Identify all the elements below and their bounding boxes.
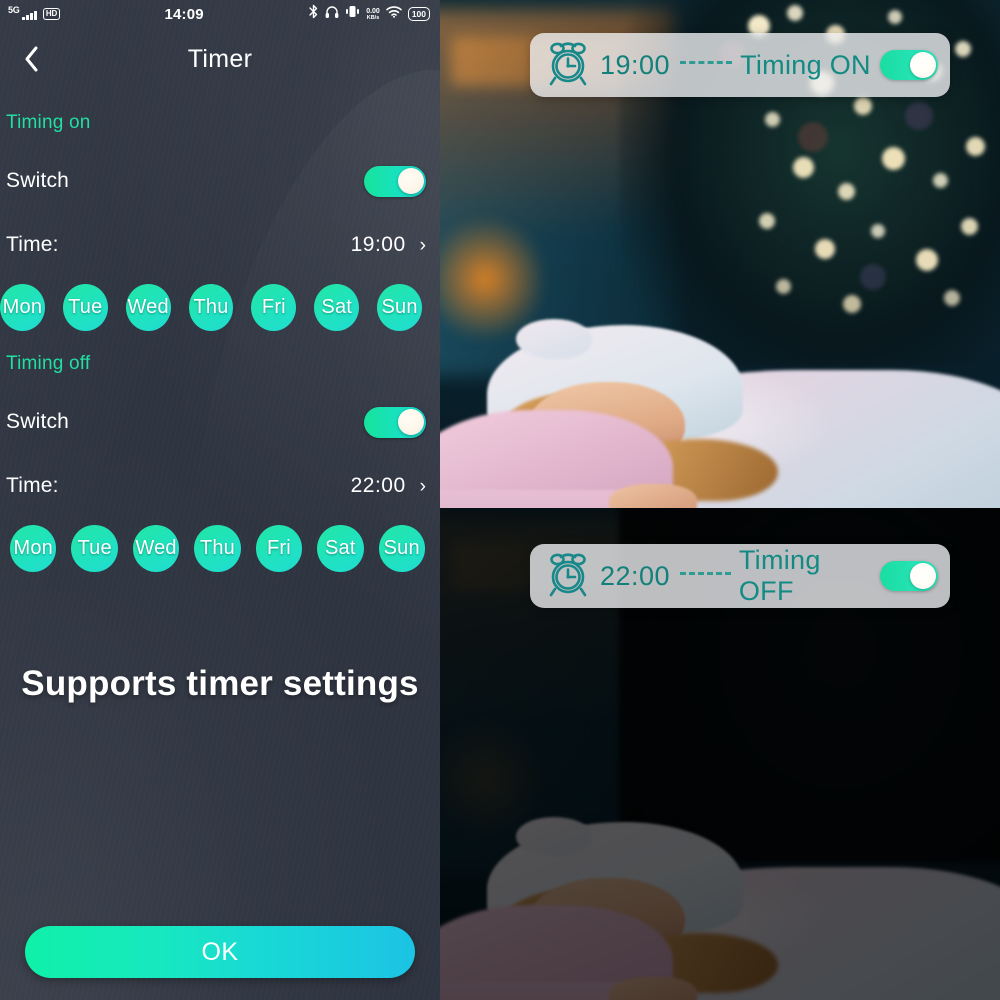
timing-on-time-right: 19:00 › — [351, 233, 426, 257]
status-bar: 5G HD 14:09 0.00 KB/s 100 — [0, 0, 440, 28]
timing-on-switch-label: Switch — [6, 169, 70, 192]
day-label: Thu — [199, 537, 236, 559]
timing-off-time-label: Time: — [6, 474, 59, 497]
day-label: Sat — [321, 296, 353, 318]
photo-lights-on: 19:00 Timing ON — [440, 0, 1000, 508]
timing-off-days: Mon Tue Wed Thu Fri Sat Sun — [0, 525, 440, 572]
back-chevron-icon[interactable] — [14, 42, 48, 76]
net-speed-unit: KB/s — [366, 14, 380, 21]
section-timing-on-label: Timing on — [6, 112, 91, 133]
timing-on-time-label: Time: — [6, 233, 59, 256]
day-chip-thu[interactable]: Thu — [188, 284, 234, 331]
card-time: 19:00 — [600, 49, 671, 80]
vibrate-icon — [345, 5, 360, 23]
timing-off-time-value: 22:00 — [350, 474, 406, 497]
toggle-knob — [397, 168, 424, 194]
section-timing-off-label: Timing off — [6, 353, 91, 374]
day-label: Fri — [261, 296, 286, 318]
app-screenshot: 5G HD 14:09 0.00 KB/s 100 Timer Timing o… — [0, 0, 1000, 1000]
toggle-knob — [397, 409, 424, 435]
day-label: Wed — [127, 296, 169, 318]
day-label: Wed — [135, 537, 177, 559]
net-speed-value: 0.00 — [366, 7, 380, 15]
phone-panel: 5G HD 14:09 0.00 KB/s 100 Timer Timing o… — [0, 0, 440, 1000]
day-chip-fri[interactable]: Fri — [255, 525, 303, 572]
timing-on-days: Mon Tue Wed Thu Fri Sat Sun — [0, 284, 440, 331]
day-label: Tue — [68, 296, 103, 318]
timing-on-time-value: 19:00 — [350, 233, 406, 256]
day-chip-tue[interactable]: Tue — [62, 284, 108, 331]
timing-off-switch-label: Switch — [6, 410, 70, 433]
day-chip-sun[interactable]: Sun — [378, 525, 425, 572]
timing-on-time-row[interactable]: Time: 19:00 › — [0, 228, 440, 262]
card-separator-line — [680, 60, 733, 64]
day-chip-thu[interactable]: Thu — [194, 525, 241, 572]
day-label: Mon — [2, 296, 43, 318]
wifi-icon — [386, 5, 402, 23]
alarm-clock-icon — [546, 40, 590, 91]
timing-off-time-row[interactable]: Time: 22:00 › — [0, 469, 440, 503]
day-label: Tue — [77, 537, 112, 559]
child-hand — [609, 976, 697, 1000]
day-label: Thu — [193, 296, 229, 318]
photo-lights-off: 22:00 Timing OFF — [440, 508, 1000, 1000]
signal-bars-icon — [22, 9, 37, 20]
ok-button-container: OK — [0, 926, 440, 978]
timing-on-switch-row: Switch — [0, 164, 440, 198]
day-chip-wed[interactable]: Wed — [125, 284, 171, 331]
timing-off-switch-toggle[interactable] — [364, 406, 426, 438]
day-label: Mon — [13, 537, 53, 559]
child-hand — [609, 484, 697, 508]
timing-off-switch-row: Switch — [0, 405, 440, 439]
status-bar-right: 0.00 KB/s 100 — [308, 4, 430, 24]
card-label: Timing ON — [740, 49, 871, 80]
day-chip-fri[interactable]: Fri — [251, 284, 297, 331]
day-chip-wed[interactable]: Wed — [132, 525, 180, 572]
toggle-knob — [910, 52, 936, 78]
network-type-label: 5G — [8, 5, 20, 15]
status-bar-clock: 14:09 — [164, 5, 204, 23]
ok-button[interactable]: OK — [25, 926, 415, 978]
status-bar-center: 14:09 — [60, 6, 308, 23]
day-label: Sun — [381, 296, 418, 318]
battery-icon: 100 — [407, 7, 430, 21]
chevron-right-icon: › — [419, 234, 426, 256]
bed — [440, 234, 1000, 508]
day-chip-tue[interactable]: Tue — [71, 525, 118, 572]
bed — [440, 734, 1000, 1000]
day-chip-sat[interactable]: Sat — [314, 284, 360, 331]
network-speed-icon: 0.00 KB/s — [366, 8, 380, 21]
headphones-icon — [325, 5, 339, 24]
day-chip-mon[interactable]: Mon — [10, 525, 57, 572]
hd-icon: HD — [42, 8, 61, 20]
bluetooth-icon — [308, 4, 319, 24]
timing-off-time-right: 22:00 › — [351, 474, 426, 498]
timing-on-card: 19:00 Timing ON — [530, 33, 950, 97]
card-toggle[interactable] — [880, 50, 938, 80]
day-label: Sun — [383, 537, 420, 559]
alarm-clock-icon — [546, 551, 590, 602]
day-chip-sun[interactable]: Sun — [377, 284, 423, 331]
toggle-knob — [910, 563, 936, 589]
chevron-right-icon: › — [419, 475, 426, 497]
card-toggle[interactable] — [880, 561, 938, 591]
timing-off-card: 22:00 Timing OFF — [530, 544, 950, 608]
nav-bar: Timer — [0, 28, 440, 90]
robe-ear — [516, 816, 592, 856]
card-separator-line — [680, 571, 731, 575]
day-label: Sat — [325, 537, 356, 559]
card-label: Timing OFF — [738, 545, 821, 606]
page-title: Timer — [187, 44, 253, 73]
robe-ear — [516, 319, 592, 359]
card-time: 22:00 — [600, 560, 671, 591]
day-label: Fri — [266, 537, 291, 559]
timing-on-switch-toggle[interactable] — [364, 165, 426, 197]
photo-column: 19:00 Timing ON 22:00 Timing OFF — [440, 0, 1000, 1000]
status-bar-left: 5G HD — [8, 5, 61, 20]
day-chip-sat[interactable]: Sat — [317, 525, 364, 572]
tagline-text: Supports timer settings — [21, 664, 419, 703]
day-chip-mon[interactable]: Mon — [0, 284, 45, 331]
